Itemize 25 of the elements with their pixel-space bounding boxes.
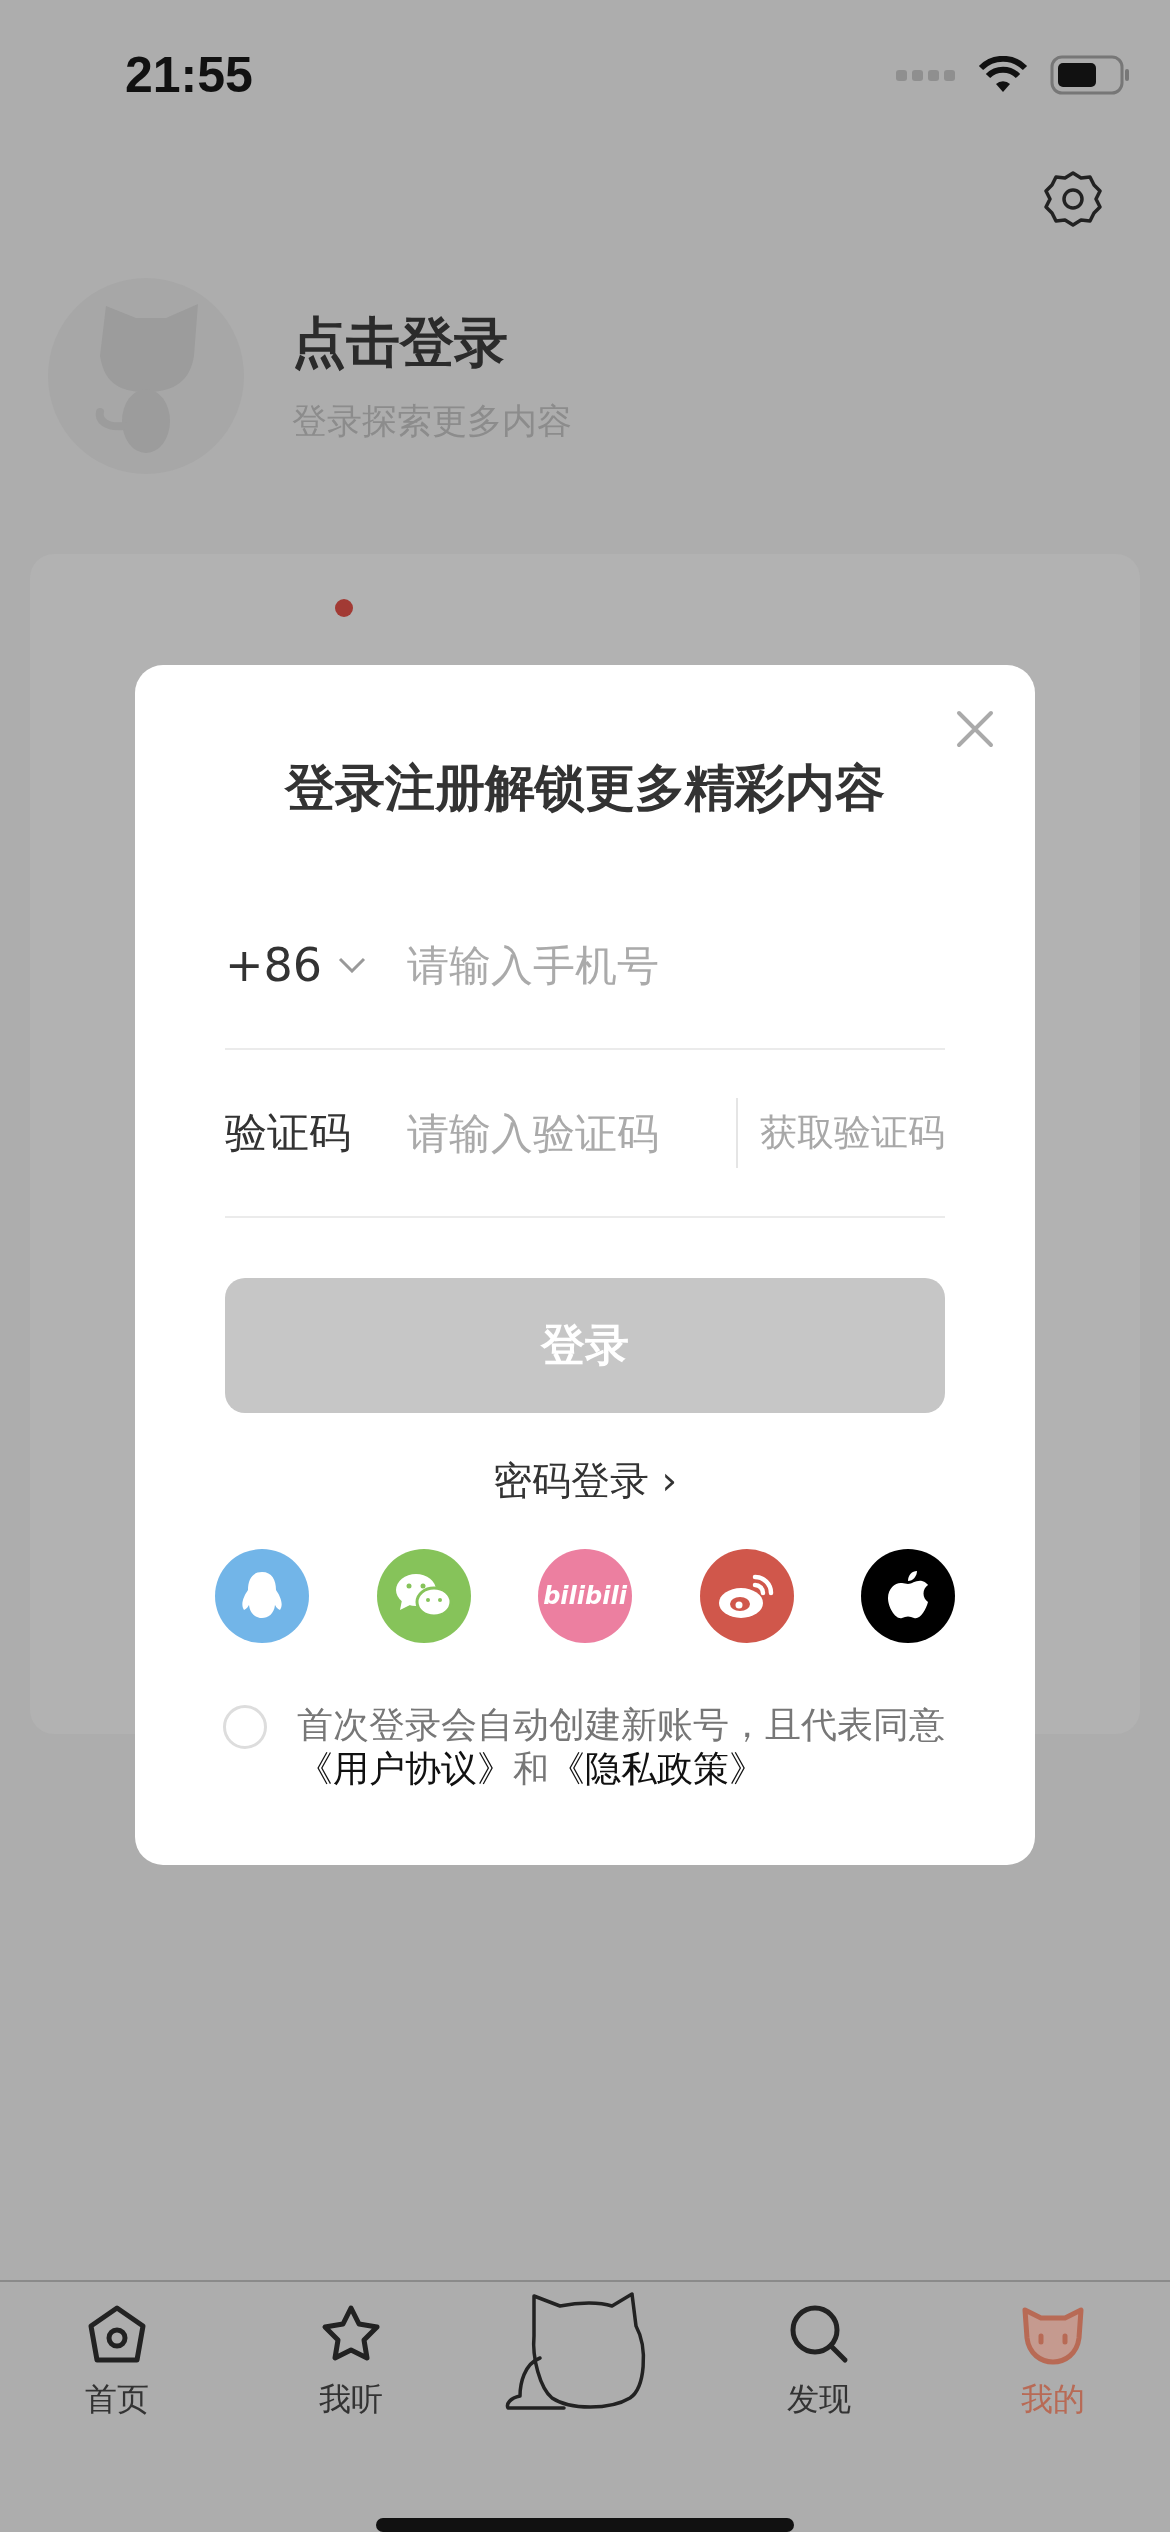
signal-icon — [896, 68, 956, 82]
code-input-field[interactable]: 请输入验证码 — [405, 1107, 736, 1159]
battery-icon — [1050, 55, 1130, 95]
password-login-link[interactable]: 密码登录 › — [487, 1453, 683, 1509]
tab-item[interactable]: 发现 — [729, 2302, 909, 2461]
privacy-policy-link[interactable]: 《隐私政策》 — [549, 1748, 765, 1789]
bilibili-logo: bilibili — [543, 1582, 627, 1610]
agreement-radio[interactable] — [223, 1705, 267, 1749]
notification-dot — [335, 599, 353, 617]
code-label: 验证码 — [225, 1107, 352, 1159]
country-code-selector[interactable]: +86 — [225, 938, 405, 992]
chevron-down-icon — [338, 957, 367, 973]
close-button[interactable] — [955, 709, 995, 749]
dialog-title: 登录注册解锁更多精彩内容 — [283, 758, 886, 819]
settings-button[interactable] — [1044, 170, 1102, 228]
phone-input-field[interactable]: 请输入手机号 — [405, 939, 945, 991]
tab-item[interactable]: 首页 — [27, 2302, 207, 2461]
user-agreement-link[interactable]: 《用户协议》 — [297, 1748, 513, 1789]
status-time: 21:55 — [125, 46, 253, 104]
tab-item[interactable]: 我听 — [261, 2302, 441, 2461]
agreement-text: 首次登录会自动创建新账号，且代表同意 《用户协议》和《隐私政策》 — [297, 1703, 945, 1791]
login-prompt-title[interactable]: 点击登录 — [292, 307, 572, 380]
wifi-icon — [978, 56, 1028, 94]
close-icon — [955, 709, 995, 749]
settings-icon — [1044, 170, 1102, 228]
